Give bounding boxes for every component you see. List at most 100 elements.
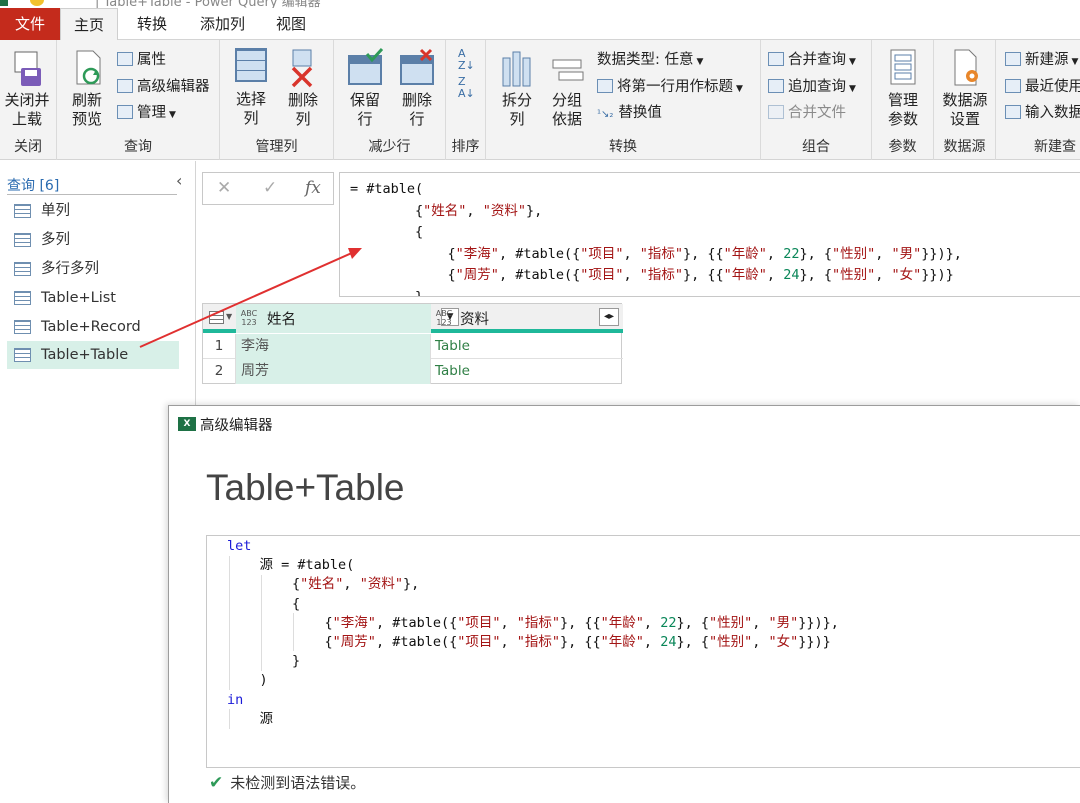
data-type-dropdown[interactable]: 数据类型: 任意 ▼ (597, 50, 703, 72)
queries-header-underline (7, 194, 177, 195)
replace-values-button[interactable]: ¹↘₂ 替换值 (597, 103, 662, 125)
title-bar: | Table+Table - Power Query 编辑器 (0, 0, 1080, 8)
query-item[interactable]: Table+List (7, 284, 179, 312)
fx-icon[interactable]: fx (305, 178, 321, 198)
first-row-header-button[interactable]: 将第一行用作标题 ▼ (597, 77, 743, 99)
close-group-label: 关闭 (14, 139, 42, 155)
preview-table: ▼ ABC 123 姓名 ▼ ABC 123 资料 ◂▸ 1 李海 Table … (202, 303, 623, 384)
formula-bar[interactable]: = #table( {"姓名", "资料"}, { {"李海", #table(… (339, 172, 1080, 297)
append-queries-button[interactable]: 追加查询 ▼ (768, 77, 856, 99)
sort-ascending-button[interactable]: A Z↓ (458, 48, 475, 72)
advanced-editor-dialog: X 高级编辑器 Table+Table let 源 = #table( {"姓名… (168, 405, 1080, 803)
properties-icon (117, 52, 133, 66)
table-menu-icon[interactable] (209, 311, 224, 324)
table-link[interactable]: Table (431, 334, 621, 359)
manage-columns-group: 选择 列 删除 列 管理列 (220, 40, 334, 160)
parameters-icon (885, 48, 921, 88)
enter-data-button[interactable]: 输入数据 (1005, 103, 1080, 123)
query-item[interactable]: 多列 (7, 226, 179, 254)
indent-guide (229, 709, 230, 729)
manage-parameters-button[interactable]: 管理 参数 (878, 48, 928, 129)
syntax-status: ✔ 未检测到语法错误。 (209, 773, 366, 793)
query-item-selected[interactable]: Table+Table (7, 341, 179, 369)
keep-rows-button[interactable]: 保留 行 (342, 47, 388, 129)
manage-icon (117, 105, 133, 119)
reduce-rows-group: 保留 行 删除 行 减少行 (334, 40, 446, 160)
ribbon-tabs: 文件 主页 转换 添加列 视图 (0, 8, 1080, 41)
query-name-heading: Table+Table (206, 467, 405, 508)
parameters-group: 管理 参数 参数 (872, 40, 934, 160)
table-icon (14, 204, 31, 218)
combine-label: 组合 (802, 139, 830, 155)
column-header-name[interactable]: ABC 123 姓名 ▼ (236, 304, 459, 333)
remove-columns-button[interactable]: 删除 列 (280, 48, 326, 129)
data-source-group: 数据源 设置 数据源 (934, 40, 996, 160)
column-header-data[interactable]: 资料 (460, 308, 489, 329)
properties-button[interactable]: 属性 (117, 50, 166, 70)
table-row: 2 周芳 Table (203, 359, 623, 384)
advanced-editor-button[interactable]: 高级编辑器 (117, 77, 210, 97)
excel-icon: X (178, 417, 196, 431)
table-icon (14, 262, 31, 276)
dialog-title: 高级编辑器 (200, 418, 273, 434)
data-source-label: 数据源 (943, 139, 986, 155)
combine-files-icon (768, 105, 784, 119)
sort-label: 排序 (451, 139, 480, 155)
table-menu-dropdown-icon[interactable]: ▼ (226, 312, 232, 321)
remove-rows-button[interactable]: 删除 行 (394, 48, 440, 129)
tab-view[interactable]: 视图 (262, 8, 320, 40)
recent-sources-button[interactable]: 最近使用 (1005, 77, 1080, 97)
ribbon: 关闭并 上载 关闭 刷新 预览 属性 高级编辑器 管理 ▼ 查询 选择 列 删除 … (0, 40, 1080, 160)
formula-controls: ✕ ✓ fx (202, 172, 334, 205)
split-column-button[interactable]: 拆分 列 (494, 48, 540, 129)
sort-descending-button[interactable]: Z A↓ (458, 76, 475, 100)
remove-columns-icon (285, 48, 321, 88)
transform-label: 转换 (609, 139, 637, 155)
close-group: 关闭并 上载 关闭 (0, 40, 57, 160)
queries-pane: 查询 [6] ‹ 单列 多列 多行多列 Table+List Table+Rec… (0, 161, 196, 803)
tab-add-column[interactable]: 添加列 (186, 8, 259, 40)
query-item[interactable]: Table+Record (7, 313, 179, 341)
transform-group: 拆分 列 分组 依据 数据类型: 任意 ▼ 将第一行用作标题 ▼ ¹↘₂ 替换值 转换 (486, 40, 761, 160)
manage-columns-label: 管理列 (255, 139, 298, 155)
excel-icon (0, 0, 8, 6)
cancel-icon[interactable]: ✕ (217, 178, 231, 198)
save-close-icon (9, 48, 45, 88)
group-by-icon (549, 48, 585, 88)
parameters-label: 参数 (888, 139, 917, 155)
queries-header[interactable]: 查询 [6] (7, 175, 59, 195)
first-row-header-icon (597, 79, 613, 93)
indent-guide (229, 556, 230, 690)
append-icon (768, 79, 784, 93)
reduce-rows-label: 减少行 (368, 139, 411, 155)
new-source-button[interactable]: 新建源 ▼ (1005, 50, 1078, 72)
enter-data-icon (1005, 105, 1021, 119)
expand-column-icon[interactable]: ◂▸ (599, 308, 619, 326)
manage-button[interactable]: 管理 ▼ (117, 103, 176, 125)
new-query-group: 新建源 ▼ 最近使用 输入数据 新建查 (996, 40, 1080, 160)
query-item[interactable]: 多行多列 (7, 255, 179, 283)
smiley-icon[interactable] (30, 0, 44, 6)
code-editor[interactable]: let 源 = #table( {"姓名", "资料"}, { {"李海", #… (206, 535, 1080, 768)
merge-queries-button[interactable]: 合并查询 ▼ (768, 50, 856, 72)
combine-files-button[interactable]: 合并文件 (768, 103, 846, 123)
choose-columns-button[interactable]: 选择 列 (228, 48, 274, 128)
type-any-icon[interactable]: ABC 123 (435, 309, 453, 327)
tab-file[interactable]: 文件 (0, 8, 60, 40)
close-and-load-button[interactable]: 关闭并 上载 (2, 48, 52, 129)
data-source-settings-icon (947, 48, 983, 88)
type-any-icon[interactable]: ABC 123 (240, 309, 258, 327)
choose-columns-icon (235, 48, 267, 82)
query-item[interactable]: 单列 (7, 197, 179, 225)
table-icon (14, 348, 31, 362)
replace-icon: ¹↘₂ (597, 109, 614, 120)
data-source-settings-button[interactable]: 数据源 设置 (938, 48, 992, 129)
tab-transform[interactable]: 转换 (123, 8, 181, 40)
confirm-icon[interactable]: ✓ (263, 178, 277, 198)
table-header: ▼ ABC 123 姓名 ▼ ABC 123 资料 ◂▸ (203, 304, 623, 333)
table-link[interactable]: Table (431, 359, 621, 384)
tab-home[interactable]: 主页 (60, 8, 118, 41)
collapse-pane-icon[interactable]: ‹ (176, 171, 182, 190)
group-by-button[interactable]: 分组 依据 (544, 48, 590, 129)
refresh-preview-button[interactable]: 刷新 预览 (63, 48, 111, 129)
